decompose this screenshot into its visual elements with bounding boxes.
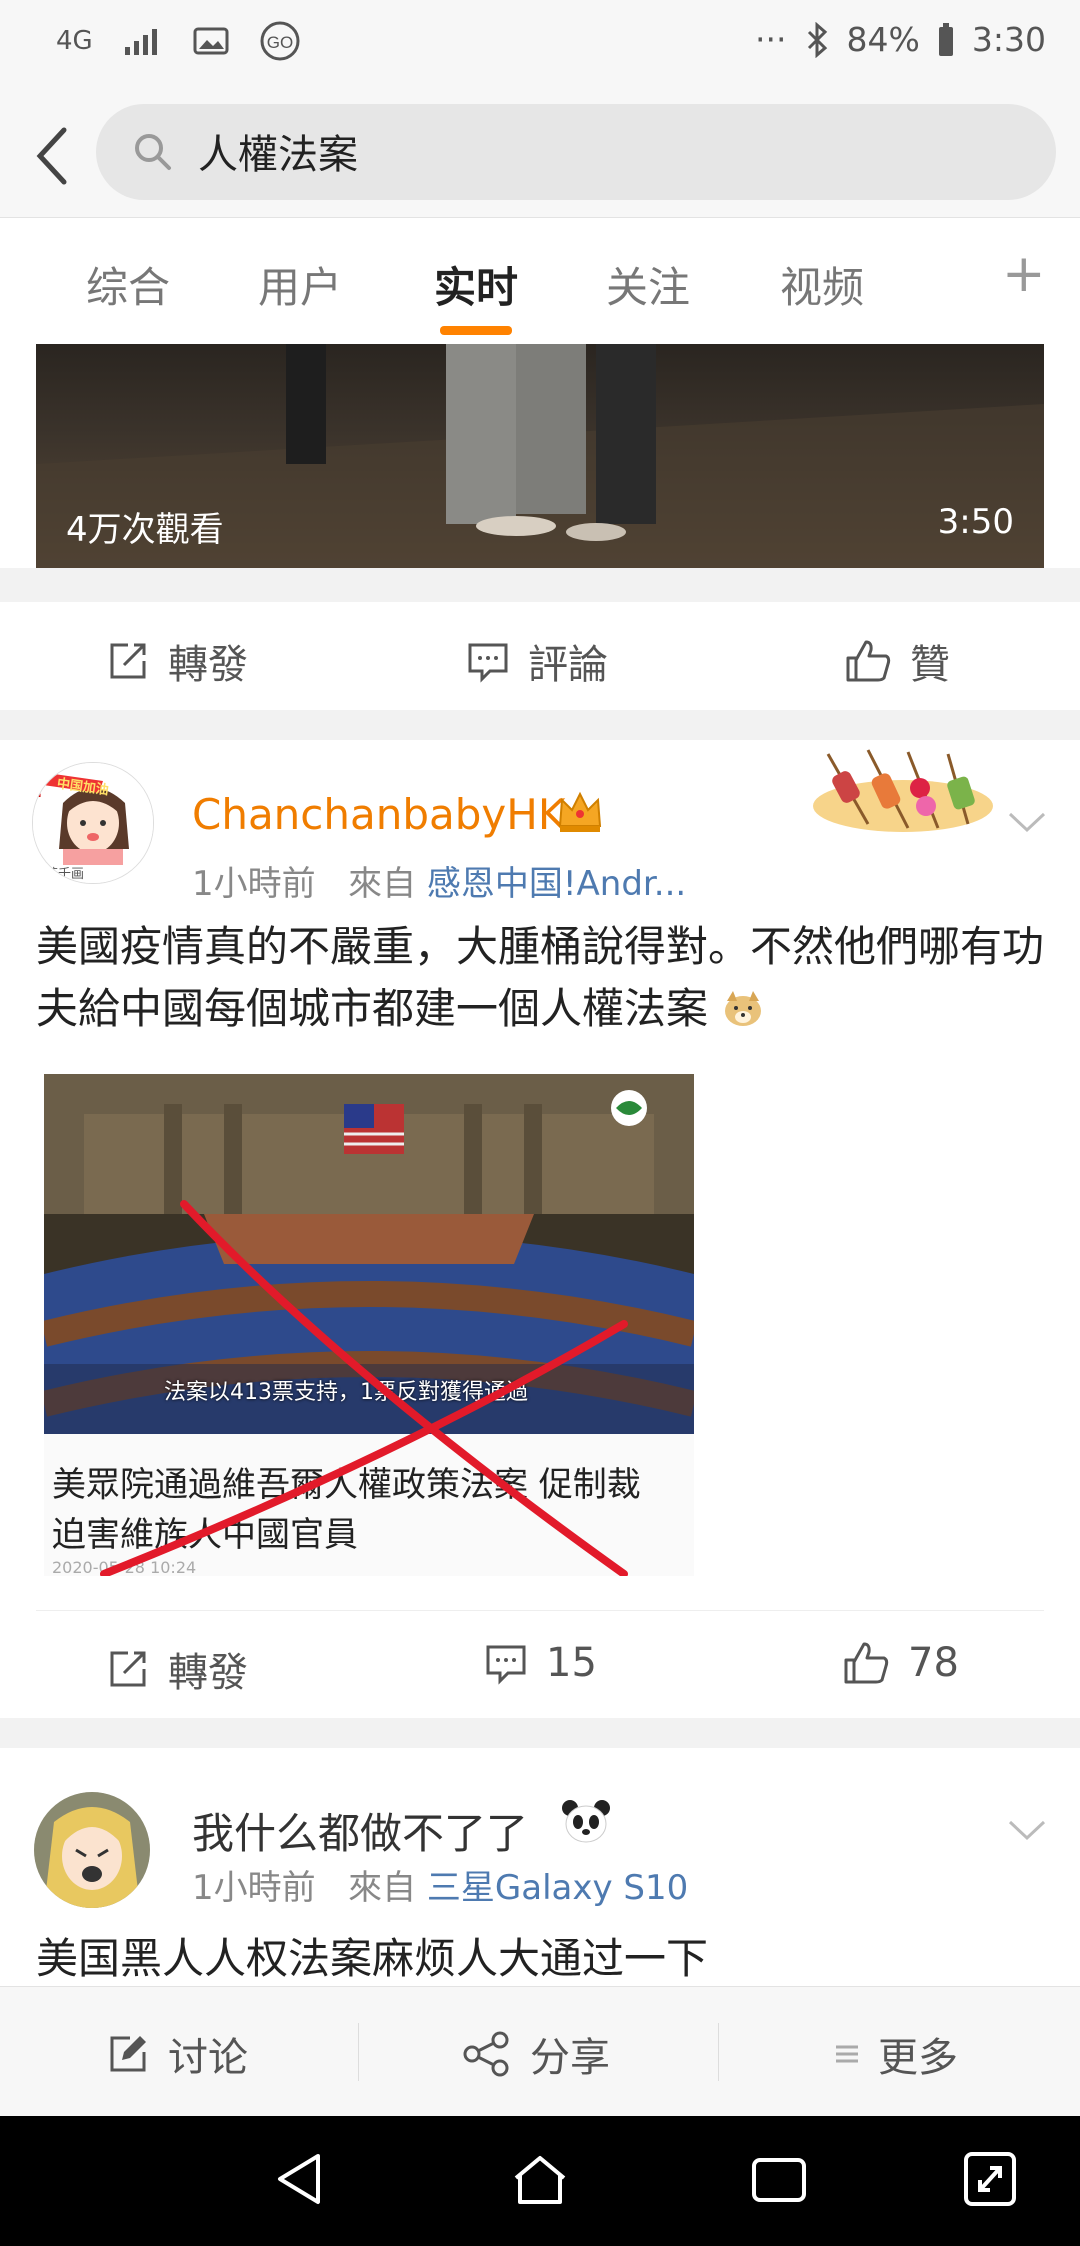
post1-meta: 1小時前 來自 感恩中国!Andr... xyxy=(192,856,686,905)
back-arrow-icon[interactable] xyxy=(22,116,82,196)
post2-source[interactable]: 三星Galaxy S10 xyxy=(427,1868,688,1908)
go-icon: GO xyxy=(260,21,300,61)
status-bar: 4G GO ··· 84% 3:30 xyxy=(0,0,1080,92)
battery-percent: 84% xyxy=(846,20,920,59)
avatar-illustration xyxy=(34,1792,150,1908)
repost-button[interactable]: 轉發 xyxy=(106,632,248,690)
post2-username[interactable]: 我什么都做不了了 xyxy=(192,1800,528,1861)
chevron-down-icon[interactable] xyxy=(1006,1818,1048,1844)
thumbs-up-icon xyxy=(846,640,891,682)
post-card-1: 中国加油 芬千画 ChanchanbabyHK 1小時前 來自 感恩中国!And… xyxy=(0,740,1080,1718)
nav-expand-icon[interactable] xyxy=(960,2148,1020,2210)
post1-comment-button[interactable]: 15 xyxy=(484,1640,597,1686)
post2-text: 美国黑人人权法案麻烦人大通过一下 xyxy=(36,1934,709,1983)
share-icon xyxy=(463,2031,509,2077)
avatar[interactable] xyxy=(34,1792,150,1908)
post1-from-label: 來自 xyxy=(348,864,417,904)
repost-icon xyxy=(110,643,146,679)
repost-icon xyxy=(110,1651,146,1687)
nav-recents-icon[interactable] xyxy=(750,2154,808,2206)
search-header: 人權法案 xyxy=(0,92,1080,218)
repost-label: 轉發 xyxy=(168,1650,248,1696)
like-button[interactable]: 贊 xyxy=(844,632,950,690)
video-thumbnail[interactable]: 4万次觀看 3:50 xyxy=(36,344,1044,568)
comment-label: 評論 xyxy=(528,642,608,688)
discuss-button[interactable]: 讨论 xyxy=(106,2025,248,2083)
signal-icon xyxy=(124,29,157,55)
panda-emoji-icon xyxy=(562,1800,610,1843)
comment-icon xyxy=(486,1645,526,1685)
repost-label: 轉發 xyxy=(168,642,248,688)
tab-following[interactable]: 关注 xyxy=(606,254,690,315)
divider xyxy=(36,1610,1044,1611)
tab-users[interactable]: 用户 xyxy=(258,254,342,315)
tab-realtime[interactable]: 实时 xyxy=(434,254,518,315)
post1-repost-button[interactable]: 轉發 xyxy=(106,1640,248,1698)
video-view-count: 4万次觀看 xyxy=(66,510,224,550)
bottom-action-bar: 讨论 分享 更多 xyxy=(0,1986,1080,2117)
post2-meta: 1小時前 來自 三星Galaxy S10 xyxy=(192,1860,688,1909)
comment-icon xyxy=(468,643,508,683)
gallery-icon xyxy=(193,27,229,55)
discuss-label: 讨论 xyxy=(168,2035,248,2081)
post1-text: 美國疫情真的不嚴重，大腫桶說得對。不然他們哪有功夫給中國每個城市都建一個人權法案 xyxy=(36,916,1046,1040)
post1-image[interactable]: 法案以413票支持，1票反對獲得通過 美眾院通過維吾爾人權政策法案 促制裁迫害維… xyxy=(44,1074,694,1576)
post1-source[interactable]: 感恩中国!Andr... xyxy=(427,864,686,904)
nav-back-icon[interactable] xyxy=(272,2148,328,2210)
share-button[interactable]: 分享 xyxy=(462,2025,610,2083)
post1-text-content: 美國疫情真的不嚴重，大腫桶說得對。不然他們哪有功夫給中國每個城市都建一個人權法案 xyxy=(36,922,1045,1033)
menu-icon xyxy=(836,2045,858,2063)
like-label: 贊 xyxy=(910,642,950,688)
battery-icon xyxy=(938,22,953,56)
post1-username[interactable]: ChanchanbabyHK xyxy=(192,790,565,839)
thumbs-up-icon xyxy=(844,1642,889,1684)
share-label: 分享 xyxy=(530,2035,610,2081)
post2-from-label: 來自 xyxy=(348,1868,417,1908)
like-count: 78 xyxy=(908,1640,959,1686)
red-cross-mark xyxy=(100,1200,628,1576)
post2-time: 1小時前 xyxy=(192,1868,316,1908)
active-tab-indicator xyxy=(440,326,512,335)
more-button[interactable]: 更多 xyxy=(834,2025,958,2083)
chevron-down-icon[interactable] xyxy=(1006,810,1048,836)
more-label: 更多 xyxy=(878,2035,958,2081)
comment-button[interactable]: 評論 xyxy=(466,632,608,690)
post1-like-button[interactable]: 78 xyxy=(842,1640,959,1686)
status-right: ··· 84% 3:30 xyxy=(755,20,1046,59)
comment-count: 15 xyxy=(546,1640,597,1686)
card1-action-bar: 轉發 評論 贊 xyxy=(0,602,1080,710)
add-tab-icon[interactable]: + xyxy=(1002,244,1046,304)
network-indicator: 4G xyxy=(56,26,93,56)
doge-emoji-icon xyxy=(725,991,762,1026)
avatar-tag: 芬千画 xyxy=(45,867,85,882)
avatar[interactable]: 中国加油 芬千画 xyxy=(32,762,154,884)
tab-comprehensive[interactable]: 综合 xyxy=(86,254,170,315)
video-duration: 3:50 xyxy=(937,502,1014,542)
divider xyxy=(358,2023,359,2081)
post-card-2: 我什么都做不了了 1小時前 來自 三星Galaxy S10 美国黑人人权法案麻烦… xyxy=(0,1748,1080,1988)
divider xyxy=(718,2023,719,2081)
status-left: 4G GO xyxy=(56,20,301,62)
nav-home-icon[interactable] xyxy=(510,2150,570,2210)
search-box[interactable]: 人權法案 xyxy=(96,104,1056,200)
skewers-sticker-icon xyxy=(813,749,993,832)
system-nav-bar xyxy=(0,2116,1080,2246)
post1-time: 1小時前 xyxy=(192,864,316,904)
tab-bar: 综合 用户 实时 关注 视频 + xyxy=(0,218,1080,345)
search-icon xyxy=(135,134,171,170)
svg-text:GO: GO xyxy=(266,33,292,52)
tab-video[interactable]: 视频 xyxy=(780,254,864,315)
clock: 3:30 xyxy=(971,20,1046,59)
search-query[interactable]: 人權法案 xyxy=(198,122,358,180)
bluetooth-icon xyxy=(807,21,827,58)
crown-badge-icon xyxy=(558,791,602,832)
edit-icon xyxy=(110,2036,146,2072)
more-dots: ··· xyxy=(755,20,787,59)
